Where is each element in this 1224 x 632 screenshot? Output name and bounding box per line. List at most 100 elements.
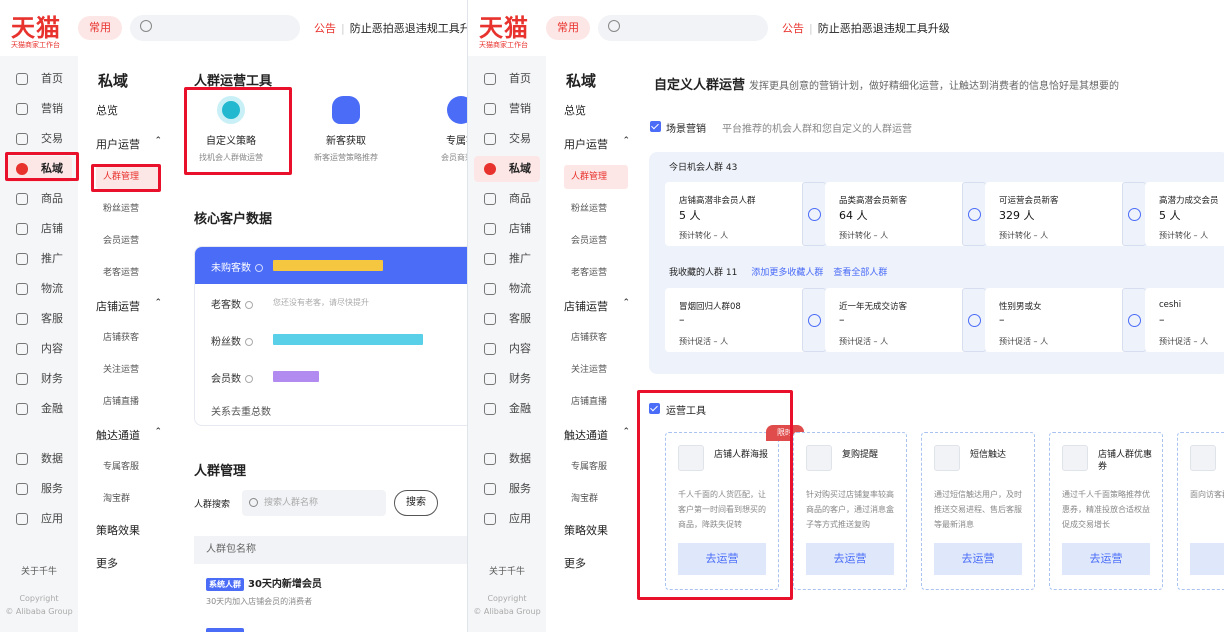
subnav-group-more[interactable]: 更多 xyxy=(96,555,162,571)
row-fans[interactable]: 粉丝数 xyxy=(195,321,467,358)
row-old-customers[interactable]: 老客数 您还没有老客，请尽快提升 xyxy=(195,284,467,321)
tool-exclusive[interactable]: 专属客 会员商效触 xyxy=(411,96,467,163)
audience-card[interactable]: 近一年无成交访客 – 预计促活 – 人 xyxy=(825,288,986,352)
go-operate-button[interactable]: 去运营 xyxy=(934,543,1022,575)
enter-button[interactable] xyxy=(802,182,826,246)
subnav-group-user_ops[interactable]: 用户运营 ⌃ xyxy=(96,136,162,152)
go-operate-button[interactable]: 去 xyxy=(1190,543,1224,575)
announcement[interactable]: 公告|防止恶拍恶退违规工具升级 xyxy=(782,20,950,36)
nav-item-14[interactable]: 应用 xyxy=(474,506,540,532)
enter-button[interactable] xyxy=(1122,182,1146,246)
audience-card[interactable]: 高潜力成交会员 5 人预计转化 – 人 xyxy=(1145,182,1224,246)
subnav-item[interactable]: 粉丝运营 xyxy=(564,197,628,221)
subnav-group-store_ops[interactable]: 店铺运营 ⌃ xyxy=(564,298,630,314)
subnav-group-reach[interactable]: 触达通道 ⌃ xyxy=(564,427,630,443)
enter-button[interactable] xyxy=(962,288,986,352)
nav-item-3[interactable]: 私域 xyxy=(474,156,540,182)
subnav-item[interactable]: 老客运营 xyxy=(96,261,160,285)
help-icon[interactable] xyxy=(255,264,263,272)
nav-item-0[interactable]: 首页 xyxy=(6,66,72,92)
enter-button[interactable] xyxy=(1122,288,1146,352)
subnav-item[interactable]: 店铺直播 xyxy=(96,390,160,414)
nav-item-5[interactable]: 店铺 xyxy=(6,216,72,242)
subnav-item[interactable]: 专属客服 xyxy=(564,455,628,479)
nav-item-6[interactable]: 推广 xyxy=(6,246,72,272)
frequent-button[interactable]: 常用 xyxy=(546,16,590,40)
subnav-item[interactable]: 淘宝群 xyxy=(96,487,160,511)
nav-item-1[interactable]: 营销 xyxy=(6,96,72,122)
add-fav-link[interactable]: 添加更多收藏人群 xyxy=(751,268,823,278)
nav-item-11[interactable]: 金融 xyxy=(474,396,540,422)
enter-button[interactable] xyxy=(962,182,986,246)
subnav-item[interactable]: 关注运营 xyxy=(564,358,628,382)
help-icon[interactable] xyxy=(245,375,253,383)
nav-item-1[interactable]: 营销 xyxy=(474,96,540,122)
nav-item-10[interactable]: 财务 xyxy=(474,366,540,392)
ops-tool-card[interactable]: 店铺人群优惠券 通过千人千面策略推荐优惠券，精准投放合适权益促成交易增长 去运营 xyxy=(1049,432,1163,590)
audience-card[interactable]: 可运营会员新客 329 人预计转化 – 人 xyxy=(985,182,1146,246)
announcement[interactable]: 公告|防止恶拍恶退违规工具升级 xyxy=(314,20,467,36)
subnav-group-user_ops[interactable]: 用户运营 ⌃ xyxy=(564,136,630,152)
help-icon[interactable] xyxy=(245,301,253,309)
nav-item-9[interactable]: 内容 xyxy=(6,336,72,362)
subnav-item[interactable]: 店铺直播 xyxy=(564,390,628,414)
ops-tool-card[interactable]: 短信触达 通过短信触达用户，及时推送交易进程、售后客服等最新消息 去运营 xyxy=(921,432,1035,590)
nav-item-13[interactable]: 服务 xyxy=(6,476,72,502)
subnav-item[interactable]: 店铺获客 xyxy=(564,326,628,350)
nav-item-11[interactable]: 金融 xyxy=(6,396,72,422)
nav-item-13[interactable]: 服务 xyxy=(474,476,540,502)
table-row[interactable]: 系统人群 30天内新增会员 xyxy=(206,575,322,591)
subnav-item[interactable]: 店铺获客 xyxy=(96,326,160,350)
about-link[interactable]: 关于千牛 xyxy=(0,564,78,577)
nav-item-2[interactable]: 交易 xyxy=(6,126,72,152)
nav-item-4[interactable]: 商品 xyxy=(6,186,72,212)
subnav-group-reach[interactable]: 触达通道 ⌃ xyxy=(96,427,162,443)
subnav-item[interactable]: 粉丝运营 xyxy=(96,197,160,221)
tmall-logo[interactable]: 天猫 天猫商家工作台 xyxy=(479,16,533,56)
about-link[interactable]: 关于千牛 xyxy=(468,564,546,577)
subnav-item[interactable]: 人群管理 xyxy=(564,165,628,189)
tmall-logo[interactable]: 天猫 天猫商家工作台 xyxy=(11,16,65,56)
enter-button[interactable] xyxy=(802,288,826,352)
subnav-item[interactable]: 老客运营 xyxy=(564,261,628,285)
frequent-button[interactable]: 常用 xyxy=(78,16,122,40)
view-all-link[interactable]: 查看全部人群 xyxy=(833,268,887,278)
subnav-item[interactable]: 会员运营 xyxy=(96,229,160,253)
nav-item-9[interactable]: 内容 xyxy=(474,336,540,362)
ops-tool-card[interactable]: 复购提醒 针对购买过店铺复率较高商品的客户，通过消息盒子等方式推送复购 去运营 xyxy=(793,432,907,590)
subnav-group-overview[interactable]: 总览 xyxy=(96,102,162,118)
audience-card[interactable]: 品类高潜会员新客 64 人预计转化 – 人 xyxy=(825,182,986,246)
subnav-group-overview[interactable]: 总览 xyxy=(564,102,630,118)
ops-tool-card[interactable]: 面向访客群放权益提升化去 xyxy=(1177,432,1224,590)
row-members[interactable]: 会员数 xyxy=(195,358,467,395)
subnav-group-store_ops[interactable]: 店铺运营 ⌃ xyxy=(96,298,162,314)
nav-item-10[interactable]: 财务 xyxy=(6,366,72,392)
nav-item-6[interactable]: 推广 xyxy=(474,246,540,272)
nav-item-7[interactable]: 物流 xyxy=(474,276,540,302)
audience-card[interactable]: 店铺高潜非会员人群 5 人预计转化 – 人 xyxy=(665,182,826,246)
nav-item-14[interactable]: 应用 xyxy=(6,506,72,532)
global-search-input[interactable] xyxy=(598,15,768,41)
tool-new-customer[interactable]: 新客获取 新客运营策略推荐 xyxy=(296,96,396,163)
nav-item-7[interactable]: 物流 xyxy=(6,276,72,302)
subnav-group-strategy[interactable]: 策略效果 xyxy=(96,522,162,538)
nav-item-12[interactable]: 数据 xyxy=(6,446,72,472)
nav-item-12[interactable]: 数据 xyxy=(474,446,540,472)
search-button[interactable]: 搜索 xyxy=(394,490,438,516)
subnav-item[interactable]: 会员运营 xyxy=(564,229,628,253)
row-unpurchased[interactable]: 未购客数 xyxy=(195,247,467,284)
subnav-item[interactable]: 淘宝群 xyxy=(564,487,628,511)
help-icon[interactable] xyxy=(245,338,253,346)
go-operate-button[interactable]: 去运营 xyxy=(806,543,894,575)
audience-card[interactable]: ceshi – 预计促活 – 人 xyxy=(1145,288,1224,352)
nav-item-5[interactable]: 店铺 xyxy=(474,216,540,242)
audience-card[interactable]: 性别男或女 – 预计促活 – 人 xyxy=(985,288,1146,352)
nav-item-2[interactable]: 交易 xyxy=(474,126,540,152)
go-operate-button[interactable]: 去运营 xyxy=(1062,543,1150,575)
subnav-group-more[interactable]: 更多 xyxy=(564,555,630,571)
nav-item-8[interactable]: 客服 xyxy=(474,306,540,332)
subnav-item[interactable]: 关注运营 xyxy=(96,358,160,382)
subnav-group-strategy[interactable]: 策略效果 xyxy=(564,522,630,538)
nav-item-4[interactable]: 商品 xyxy=(474,186,540,212)
nav-item-8[interactable]: 客服 xyxy=(6,306,72,332)
